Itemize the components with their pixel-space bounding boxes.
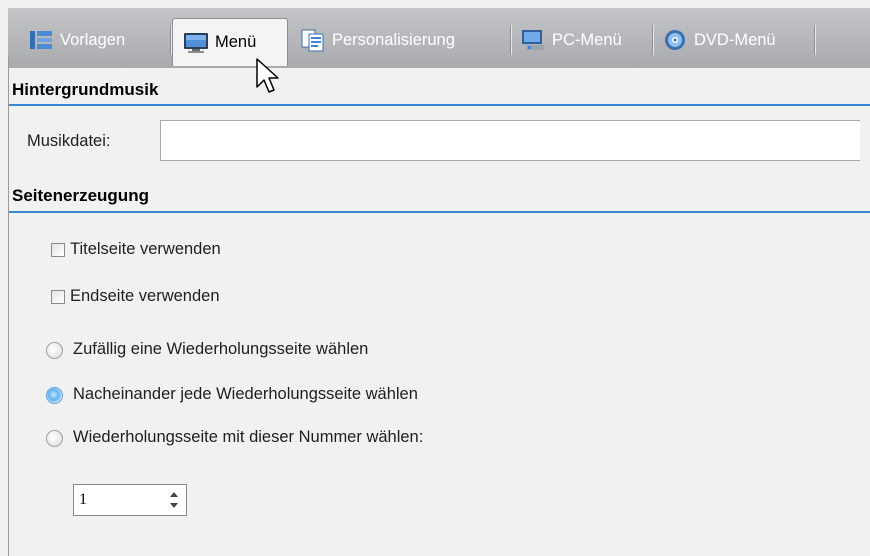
title-page-checkbox[interactable] (51, 243, 65, 257)
title-page-label: Titelseite verwenden (70, 240, 221, 258)
tab-separator (510, 25, 512, 55)
tab-label: Vorlagen (60, 30, 126, 49)
music-file-label: Musikdatei: (27, 132, 111, 150)
tab-bar: Vorlagen Menü Personalisierung PC-Menü D… (8, 8, 870, 68)
documents-icon (301, 29, 324, 52)
tab-menu[interactable]: Menü (172, 18, 288, 66)
section-title-page-generation: Seitenerzeugung (12, 186, 149, 205)
panel-border (8, 55, 9, 556)
tab-label: Menü (215, 33, 257, 51)
tab-separator (814, 25, 816, 55)
computer-icon (522, 30, 544, 50)
section-title-background-music: Hintergrundmusik (12, 80, 159, 99)
sequential-page-radio[interactable] (46, 387, 63, 404)
dvd-icon (665, 30, 685, 50)
sequential-page-label: Nacheinander jede Wiederholungsseite wäh… (73, 385, 418, 403)
music-file-input[interactable] (160, 120, 860, 161)
tab-personalisierung[interactable]: Personalisierung (300, 20, 455, 60)
monitor-icon (184, 32, 208, 53)
end-page-label: Endseite verwenden (70, 287, 220, 305)
page-number-value: 1 (79, 491, 87, 508)
spin-arrows-icon[interactable] (168, 489, 180, 511)
random-page-radio[interactable] (46, 342, 63, 359)
tab-separator (652, 25, 654, 55)
page-number-stepper[interactable]: 1 (73, 484, 187, 516)
section-divider (9, 104, 870, 106)
tab-vorlagen[interactable]: Vorlagen (28, 20, 125, 60)
tab-label: PC-Menü (552, 30, 622, 49)
section-divider (9, 211, 870, 213)
page-number-radio[interactable] (46, 430, 63, 447)
tab-label: Personalisierung (332, 30, 455, 49)
tab-pc-menu[interactable]: PC-Menü (520, 20, 622, 60)
tab-label: DVD-Menü (694, 30, 776, 49)
templates-icon (30, 31, 52, 49)
end-page-checkbox[interactable] (51, 290, 65, 304)
random-page-label: Zufällig eine Wiederholungsseite wählen (73, 340, 369, 358)
page-number-label: Wiederholungsseite mit dieser Nummer wäh… (73, 428, 424, 446)
tab-dvd-menu[interactable]: DVD-Menü (662, 20, 776, 60)
